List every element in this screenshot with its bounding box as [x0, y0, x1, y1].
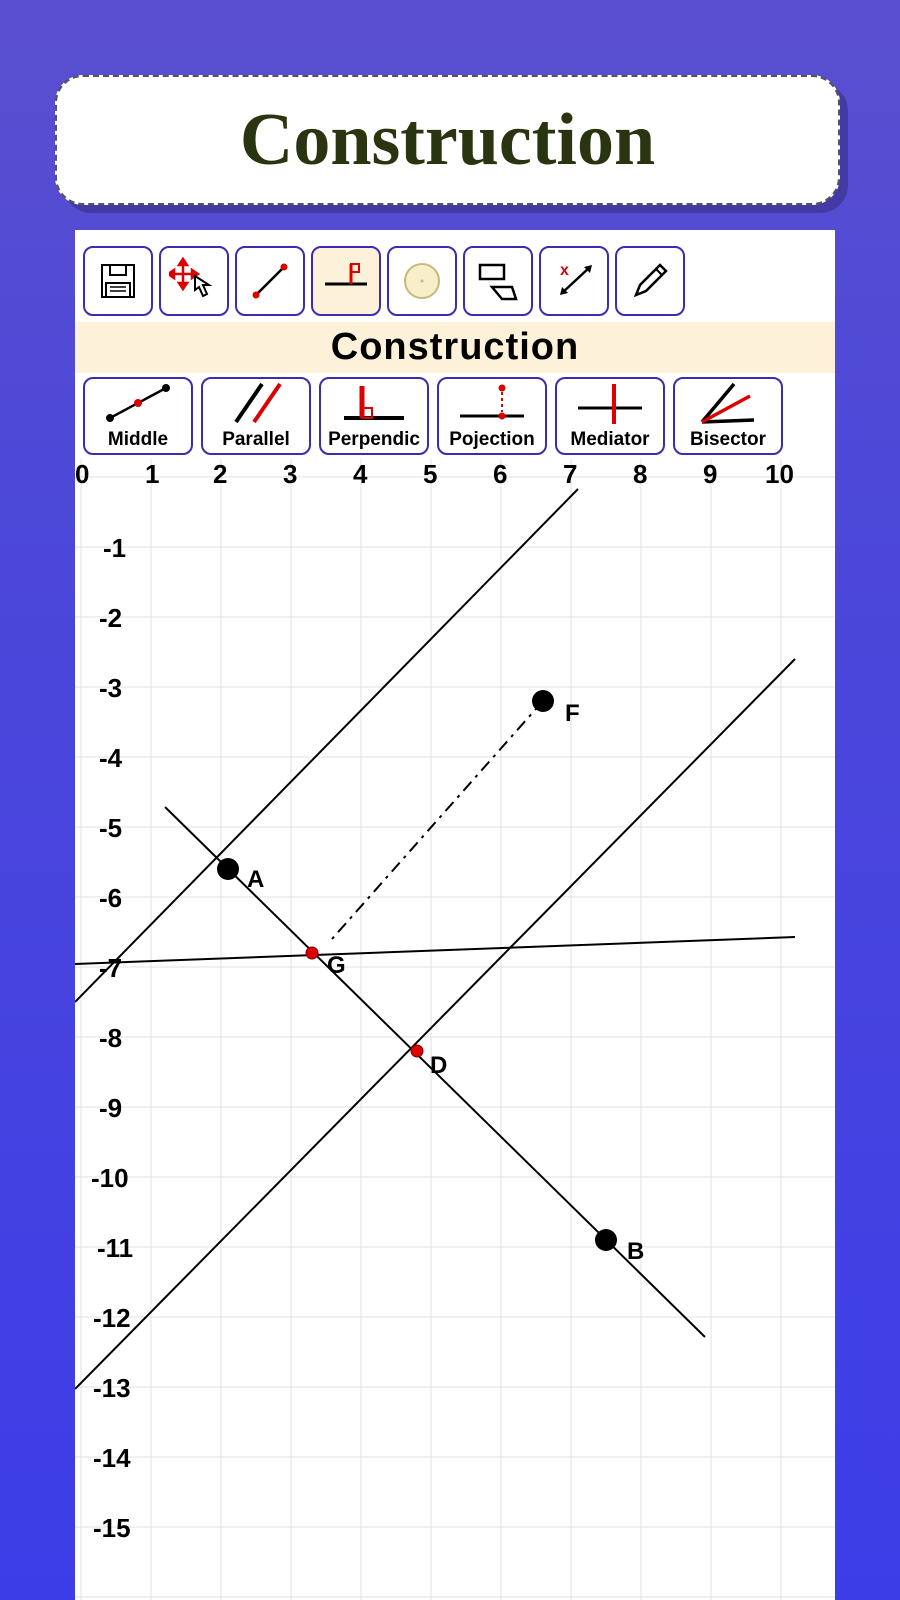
grid	[75, 459, 835, 1600]
bisector-icon	[688, 379, 768, 429]
parallel-label: Parallel	[222, 429, 290, 451]
svg-text:9: 9	[703, 459, 717, 489]
svg-text:B: B	[627, 1238, 644, 1265]
svg-text:-3: -3	[99, 673, 122, 703]
svg-text:-8: -8	[99, 1023, 122, 1053]
svg-text:5: 5	[423, 459, 437, 489]
svg-text:4: 4	[353, 459, 368, 489]
svg-text:-9: -9	[99, 1093, 122, 1123]
delete-line-icon: x	[550, 257, 598, 305]
svg-text:-10: -10	[91, 1163, 129, 1193]
canvas-svg: 0 1 2 3 4 5 6 7 8 9 10 -1 -2 -3 -4 -5 -6…	[75, 459, 835, 1600]
svg-text:-6: -6	[99, 883, 122, 913]
delete-line-button[interactable]: x	[539, 246, 609, 316]
perpendicular-tool[interactable]: Perpendic	[319, 377, 429, 455]
svg-text:F: F	[565, 700, 580, 727]
mediator-tool[interactable]: Mediator	[555, 377, 665, 455]
circle-icon	[400, 259, 444, 303]
projection-icon	[452, 379, 532, 429]
svg-text:-13: -13	[93, 1373, 131, 1403]
svg-text:-12: -12	[93, 1303, 131, 1333]
move-button[interactable]	[159, 246, 229, 316]
bisector-label: Bisector	[690, 429, 766, 451]
svg-text:-4: -4	[99, 743, 123, 773]
svg-text:0: 0	[75, 459, 89, 489]
parallel-tool[interactable]: Parallel	[201, 377, 311, 455]
file-button[interactable]	[83, 246, 153, 316]
svg-text:G: G	[327, 952, 346, 979]
construction-button[interactable]	[311, 246, 381, 316]
middle-label: Middle	[108, 429, 168, 451]
middle-tool[interactable]: Middle	[83, 377, 193, 455]
svg-text:-1: -1	[103, 533, 126, 563]
line-button[interactable]	[235, 246, 305, 316]
polygon-icon	[474, 257, 522, 305]
projection-label: Pojection	[449, 429, 535, 451]
middle-icon	[98, 379, 178, 429]
app-panel: x Construction Middle	[75, 230, 835, 1600]
top-toolbar: x	[75, 230, 835, 322]
svg-text:10: 10	[765, 459, 794, 489]
x-axis-labels: 0 1 2 3 4 5 6 7 8 9 10	[75, 459, 794, 489]
svg-text:x: x	[560, 262, 569, 279]
construction-icon	[321, 256, 371, 306]
pencil-button[interactable]	[615, 246, 685, 316]
y-axis-labels: -1 -2 -3 -4 -5 -6 -7 -8 -9 -10 -11 -12 -…	[91, 533, 133, 1543]
perpendicular-icon	[334, 379, 414, 429]
drawn-lines	[75, 489, 795, 1389]
line-icon	[248, 259, 292, 303]
svg-text:-11: -11	[97, 1233, 133, 1263]
parallel-icon	[216, 379, 296, 429]
svg-text:D: D	[430, 1052, 447, 1079]
svg-text:1: 1	[145, 459, 159, 489]
mediator-label: Mediator	[570, 429, 649, 451]
svg-text:3: 3	[283, 459, 297, 489]
file-icon	[96, 259, 140, 303]
mediator-icon	[570, 379, 650, 429]
bisector-tool[interactable]: Bisector	[673, 377, 783, 455]
construction-toolbar: Middle Parallel Perpendic Poj	[75, 373, 835, 459]
svg-text:2: 2	[213, 459, 227, 489]
polygon-button[interactable]	[463, 246, 533, 316]
svg-text:-5: -5	[99, 813, 122, 843]
svg-text:-2: -2	[99, 603, 122, 633]
projection-tool[interactable]: Pojection	[437, 377, 547, 455]
pencil-icon	[628, 259, 672, 303]
title-card: Construction	[55, 75, 840, 205]
svg-text:-15: -15	[93, 1513, 131, 1543]
section-label: Construction	[75, 322, 835, 373]
circle-button[interactable]	[387, 246, 457, 316]
perpendicular-label: Perpendic	[328, 429, 420, 451]
move-icon	[169, 256, 219, 306]
drawing-canvas[interactable]: 0 1 2 3 4 5 6 7 8 9 10 -1 -2 -3 -4 -5 -6…	[75, 459, 835, 1600]
svg-text:6: 6	[493, 459, 507, 489]
svg-text:A: A	[247, 866, 264, 893]
page-title: Construction	[240, 98, 655, 183]
svg-text:-14: -14	[93, 1443, 131, 1473]
svg-text:7: 7	[563, 459, 577, 489]
svg-text:8: 8	[633, 459, 647, 489]
